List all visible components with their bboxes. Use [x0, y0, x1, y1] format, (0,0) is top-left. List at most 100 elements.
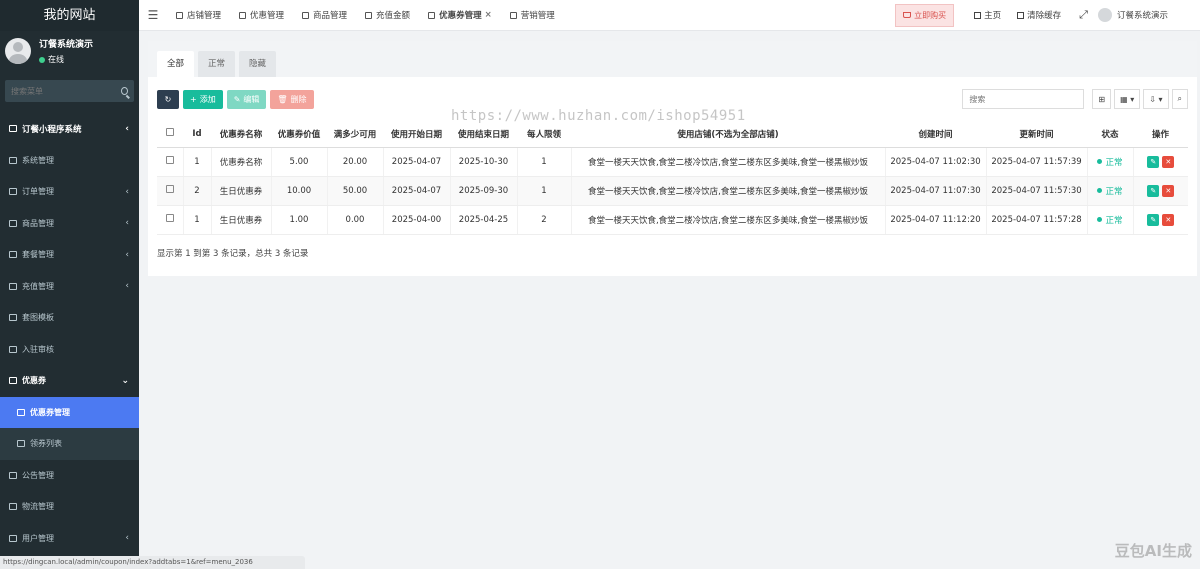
search-icon[interactable]: [121, 87, 128, 95]
menu-item-icon: [9, 188, 17, 196]
filter-tabs: 全部 正常 隐藏: [148, 41, 1197, 77]
columns-dropdown-icon[interactable]: ▦ ▾: [1114, 89, 1141, 109]
tab-5[interactable]: 营销管理: [501, 0, 564, 31]
column-header: 操作: [1133, 121, 1188, 148]
sidebar-item-1[interactable]: 系统管理: [0, 145, 139, 177]
row-delete-icon[interactable]: ✕: [1162, 155, 1175, 168]
column-header: 使用店铺(不选为全部店铺): [571, 121, 885, 148]
menu-toggle-icon[interactable]: ☰: [139, 8, 167, 22]
tab-1[interactable]: 优惠管理: [230, 0, 293, 31]
status-badge[interactable]: 正常: [1097, 156, 1123, 168]
home-icon: [974, 11, 982, 19]
close-icon[interactable]: ×: [485, 10, 492, 20]
cell-updated: 2025-04-07 11:57:30: [985, 176, 1087, 206]
sidebar-item-label: 订单管理: [22, 187, 54, 197]
sidebar-item-0[interactable]: 订餐小程序系统 ‹: [0, 113, 139, 145]
tab-label: 店铺管理: [187, 11, 222, 21]
row-edit-icon[interactable]: ✎: [1147, 213, 1160, 226]
status-dot-icon: [1097, 217, 1103, 222]
advanced-search-icon[interactable]: ⌕: [1171, 89, 1188, 109]
tab-label: 营销管理: [520, 11, 555, 21]
chevron-icon: ‹: [125, 218, 129, 229]
sidebar-item-2[interactable]: 订单管理 ‹: [0, 176, 139, 208]
sidebar-menu: 订餐小程序系统 ‹ 系统管理 订单管理 ‹ 商品管理 ‹ 套餐管理 ‹ 充值管理 ‹ 套图模板 入驻审核…: [0, 113, 139, 554]
home-link[interactable]: 主页: [966, 9, 1009, 21]
filter-tab-1[interactable]: 正常: [198, 51, 236, 77]
sidebar-item-7[interactable]: 入驻审核: [0, 334, 139, 366]
top-user-name[interactable]: 订餐系统演示: [1117, 9, 1168, 21]
row-checkbox[interactable]: [165, 214, 174, 222]
cell-id: 1: [182, 205, 211, 235]
table-row[interactable]: 2 生日优惠券 10.00 50.00 2025-04-07 2025-09-30 1 食堂一…: [157, 176, 1188, 206]
cell-name: 优惠券名称: [210, 147, 271, 177]
status-dot-icon: [1097, 188, 1103, 193]
row-edit-icon[interactable]: ✎: [1147, 184, 1160, 197]
sidebar-item-4[interactable]: 套餐管理 ‹: [0, 239, 139, 271]
coupon-table: Id 优惠券名称 优惠券价值 满多少可用 使用开始日期 使用结束日期 每人限领 使用店铺(不选…: [157, 121, 1188, 235]
cell-status: 正常: [1086, 147, 1133, 177]
delete-button[interactable]: 🗑 删除: [270, 89, 314, 109]
top-avatar[interactable]: [1097, 8, 1112, 22]
column-header: 状态: [1087, 121, 1133, 148]
sidebar-item-3[interactable]: 商品管理 ‹: [0, 208, 139, 240]
filter-tab-0[interactable]: 全部: [157, 51, 195, 77]
pagination-summary: 显示第 1 到第 3 条记录，总共 3 条记录: [157, 248, 309, 259]
row-select-cell[interactable]: [157, 176, 183, 206]
select-all-cell[interactable]: [157, 121, 183, 148]
menu-item-icon: [9, 251, 17, 259]
tab-4[interactable]: 优惠券管理 ×: [419, 0, 501, 31]
cell-end: 2025-09-30: [449, 176, 517, 206]
cell-start: 2025-04-00: [382, 205, 450, 235]
export-dropdown-icon[interactable]: ⇩ ▾: [1143, 89, 1169, 109]
tab-0[interactable]: 店铺管理: [167, 0, 230, 31]
menu-item-icon: [17, 408, 25, 416]
column-header: 更新时间: [986, 121, 1087, 148]
sidebar-item-10[interactable]: 领券列表: [0, 428, 139, 460]
tab-icon: [428, 11, 436, 19]
buy-now-button[interactable]: 立即购买: [895, 3, 955, 27]
sidebar-item-6[interactable]: 套图模板: [0, 302, 139, 334]
user-panel: 订餐系统演示 在线: [0, 31, 139, 71]
filter-tab-2[interactable]: 隐藏: [239, 51, 277, 77]
table-row[interactable]: 1 优惠券名称 5.00 20.00 2025-04-07 2025-10-30 1 食堂一楼…: [157, 147, 1188, 177]
sidebar-item-label: 套图模板: [22, 313, 54, 323]
edit-button[interactable]: ✎ 编辑: [226, 89, 267, 109]
tab-2[interactable]: 商品管理: [293, 0, 356, 31]
row-checkbox[interactable]: [165, 156, 174, 164]
fullscreen-icon[interactable]: ⤢: [1069, 8, 1098, 22]
status-badge[interactable]: 正常: [1097, 185, 1123, 197]
clear-cache-button[interactable]: 清除缓存: [1009, 9, 1069, 21]
tab-icon: [239, 11, 247, 19]
cell-value: 10.00: [270, 176, 327, 206]
sidebar-item-5[interactable]: 充值管理 ‹: [0, 271, 139, 303]
select-all-checkbox[interactable]: [166, 128, 174, 137]
sidebar-item-9[interactable]: 优惠券管理: [0, 396, 139, 428]
menu-item-icon: [9, 377, 17, 385]
tab-label: 优惠券管理: [439, 11, 482, 21]
table-search-input[interactable]: [962, 89, 1085, 109]
row-edit-icon[interactable]: ✎: [1147, 155, 1160, 168]
sidebar-item-13[interactable]: 用户管理 ‹: [0, 523, 139, 555]
row-checkbox[interactable]: [165, 185, 174, 193]
sidebar-item-11[interactable]: 公告管理: [0, 460, 139, 492]
row-select-cell[interactable]: [157, 205, 183, 235]
cell-shops: 食堂一楼天天饮食,食堂二楼冷饮店,食堂二楼东区多美味,食堂一楼黑椒炒饭: [570, 147, 885, 177]
refresh-button[interactable]: ↻: [157, 89, 179, 109]
cell-actions: ✎ ✕: [1132, 176, 1188, 206]
brand-logo[interactable]: 我的网站: [0, 0, 139, 31]
table-row[interactable]: 1 生日优惠券 1.00 0.00 2025-04-00 2025-04-25 2 食堂一楼天…: [157, 205, 1188, 235]
status-dot-icon: [1097, 159, 1103, 164]
sidebar-item-8[interactable]: 优惠券 ⌄: [0, 365, 139, 397]
toggle-view-icon[interactable]: ⊞: [1092, 89, 1112, 109]
row-delete-icon[interactable]: ✕: [1162, 213, 1175, 226]
row-delete-icon[interactable]: ✕: [1162, 184, 1175, 197]
sidebar-item-12[interactable]: 物流管理: [0, 491, 139, 523]
sidebar-item-label: 优惠券管理: [30, 407, 70, 417]
sidebar-item-label: 商品管理: [22, 218, 54, 228]
row-select-cell[interactable]: [157, 147, 183, 177]
menu-item-icon: [9, 219, 17, 227]
sidebar-search-input[interactable]: [11, 86, 121, 96]
tab-3[interactable]: 充值金额: [356, 0, 419, 31]
add-button[interactable]: + 添加: [183, 89, 223, 109]
status-badge[interactable]: 正常: [1097, 214, 1123, 226]
